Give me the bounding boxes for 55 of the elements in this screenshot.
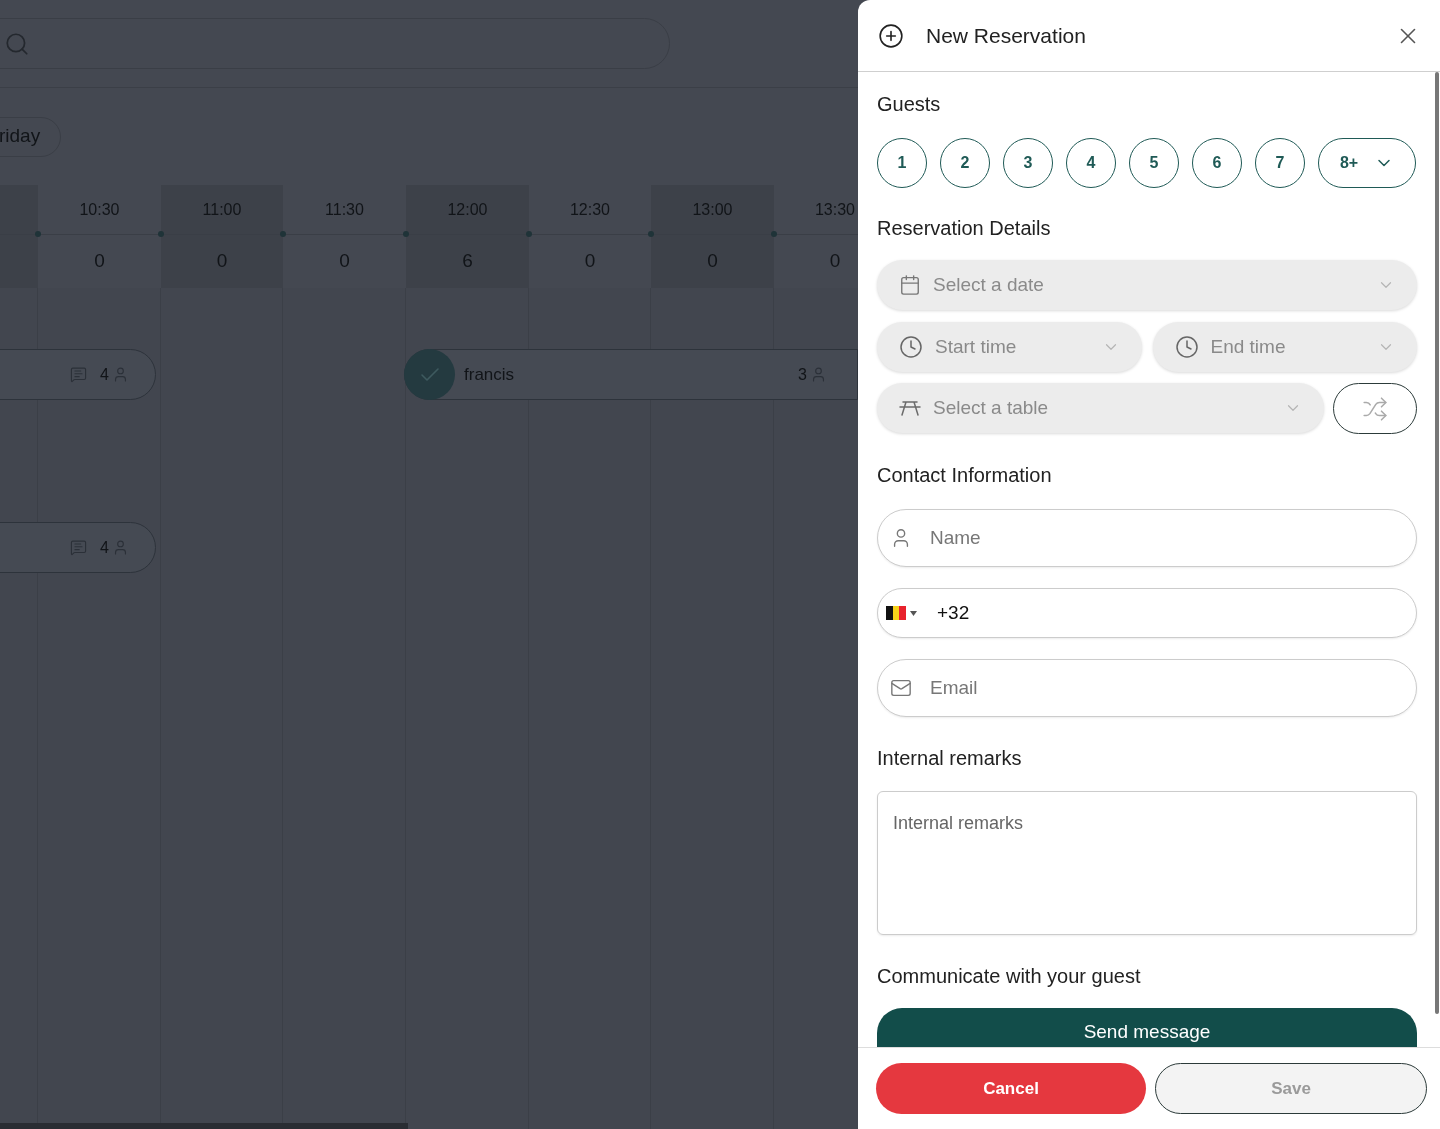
- country-picker[interactable]: [886, 606, 917, 620]
- time-label: 10:30: [79, 199, 120, 220]
- person-icon: [112, 366, 129, 383]
- slot-count: 0: [584, 249, 596, 274]
- clock-icon: [899, 335, 923, 359]
- guest-name: francis: [464, 363, 515, 386]
- time-label: 11:30: [325, 199, 364, 220]
- horizontal-scrollbar[interactable]: [0, 1123, 408, 1129]
- caret-icon: [910, 610, 917, 616]
- select-placeholder: Select a date: [933, 272, 1044, 297]
- guest-count: 4: [100, 364, 109, 385]
- time-label: 12:30: [569, 199, 610, 220]
- cancel-button[interactable]: Cancel: [876, 1063, 1146, 1114]
- remarks-field[interactable]: Internal remarks: [877, 791, 1417, 935]
- shuffle-icon: [1362, 395, 1388, 422]
- guest-count-button[interactable]: 3: [1003, 138, 1053, 188]
- section-title: Reservation Details: [877, 216, 1052, 240]
- belgian-flag-icon: [886, 606, 906, 620]
- more-guests-button[interactable]: 8+: [1318, 138, 1416, 188]
- guest-count: 4: [100, 537, 109, 558]
- comment-icon: [70, 539, 88, 556]
- select-placeholder: Start time: [935, 334, 1017, 359]
- slot-count: 0: [829, 249, 841, 274]
- section-title: Guests: [877, 92, 942, 116]
- clock-icon: [1174, 335, 1199, 359]
- person-icon: [810, 366, 827, 383]
- guest-count-button[interactable]: 2: [940, 138, 990, 188]
- slot-count: 0: [94, 249, 105, 274]
- time-label: 13:30: [814, 199, 855, 220]
- mail-icon: [890, 677, 912, 699]
- select-placeholder: End time: [1210, 334, 1286, 359]
- name-field[interactable]: Name: [877, 509, 1417, 567]
- guest-count-button[interactable]: 7: [1255, 138, 1305, 188]
- guest-count-button[interactable]: 4: [1066, 138, 1116, 188]
- table-icon: [899, 400, 921, 416]
- guest-count-button[interactable]: 6: [1192, 138, 1242, 188]
- vertical-scrollbar[interactable]: [1435, 72, 1439, 1014]
- slot-count: 0: [339, 249, 350, 274]
- comment-icon: [70, 366, 88, 383]
- guest-count-button[interactable]: 1: [877, 138, 927, 188]
- search-icon: [4, 30, 30, 57]
- add-circle-icon: [878, 22, 904, 49]
- person-icon: [112, 539, 129, 556]
- section-title: Contact Information: [877, 463, 1053, 487]
- guest-count-button[interactable]: 5: [1129, 138, 1179, 188]
- section-title: Communicate with your guest: [877, 964, 1142, 988]
- check-badge-icon: [404, 349, 455, 400]
- email-field[interactable]: Email: [877, 659, 1417, 717]
- send-message-button[interactable]: Send message: [877, 1008, 1417, 1047]
- panel-title: New Reservation: [926, 22, 1086, 49]
- phone-field[interactable]: +32: [877, 588, 1417, 638]
- guest-count: 3: [798, 364, 807, 385]
- calendar-icon: [899, 274, 921, 296]
- section-title: Internal remarks: [877, 746, 1023, 770]
- select-placeholder: Select a table: [933, 395, 1049, 420]
